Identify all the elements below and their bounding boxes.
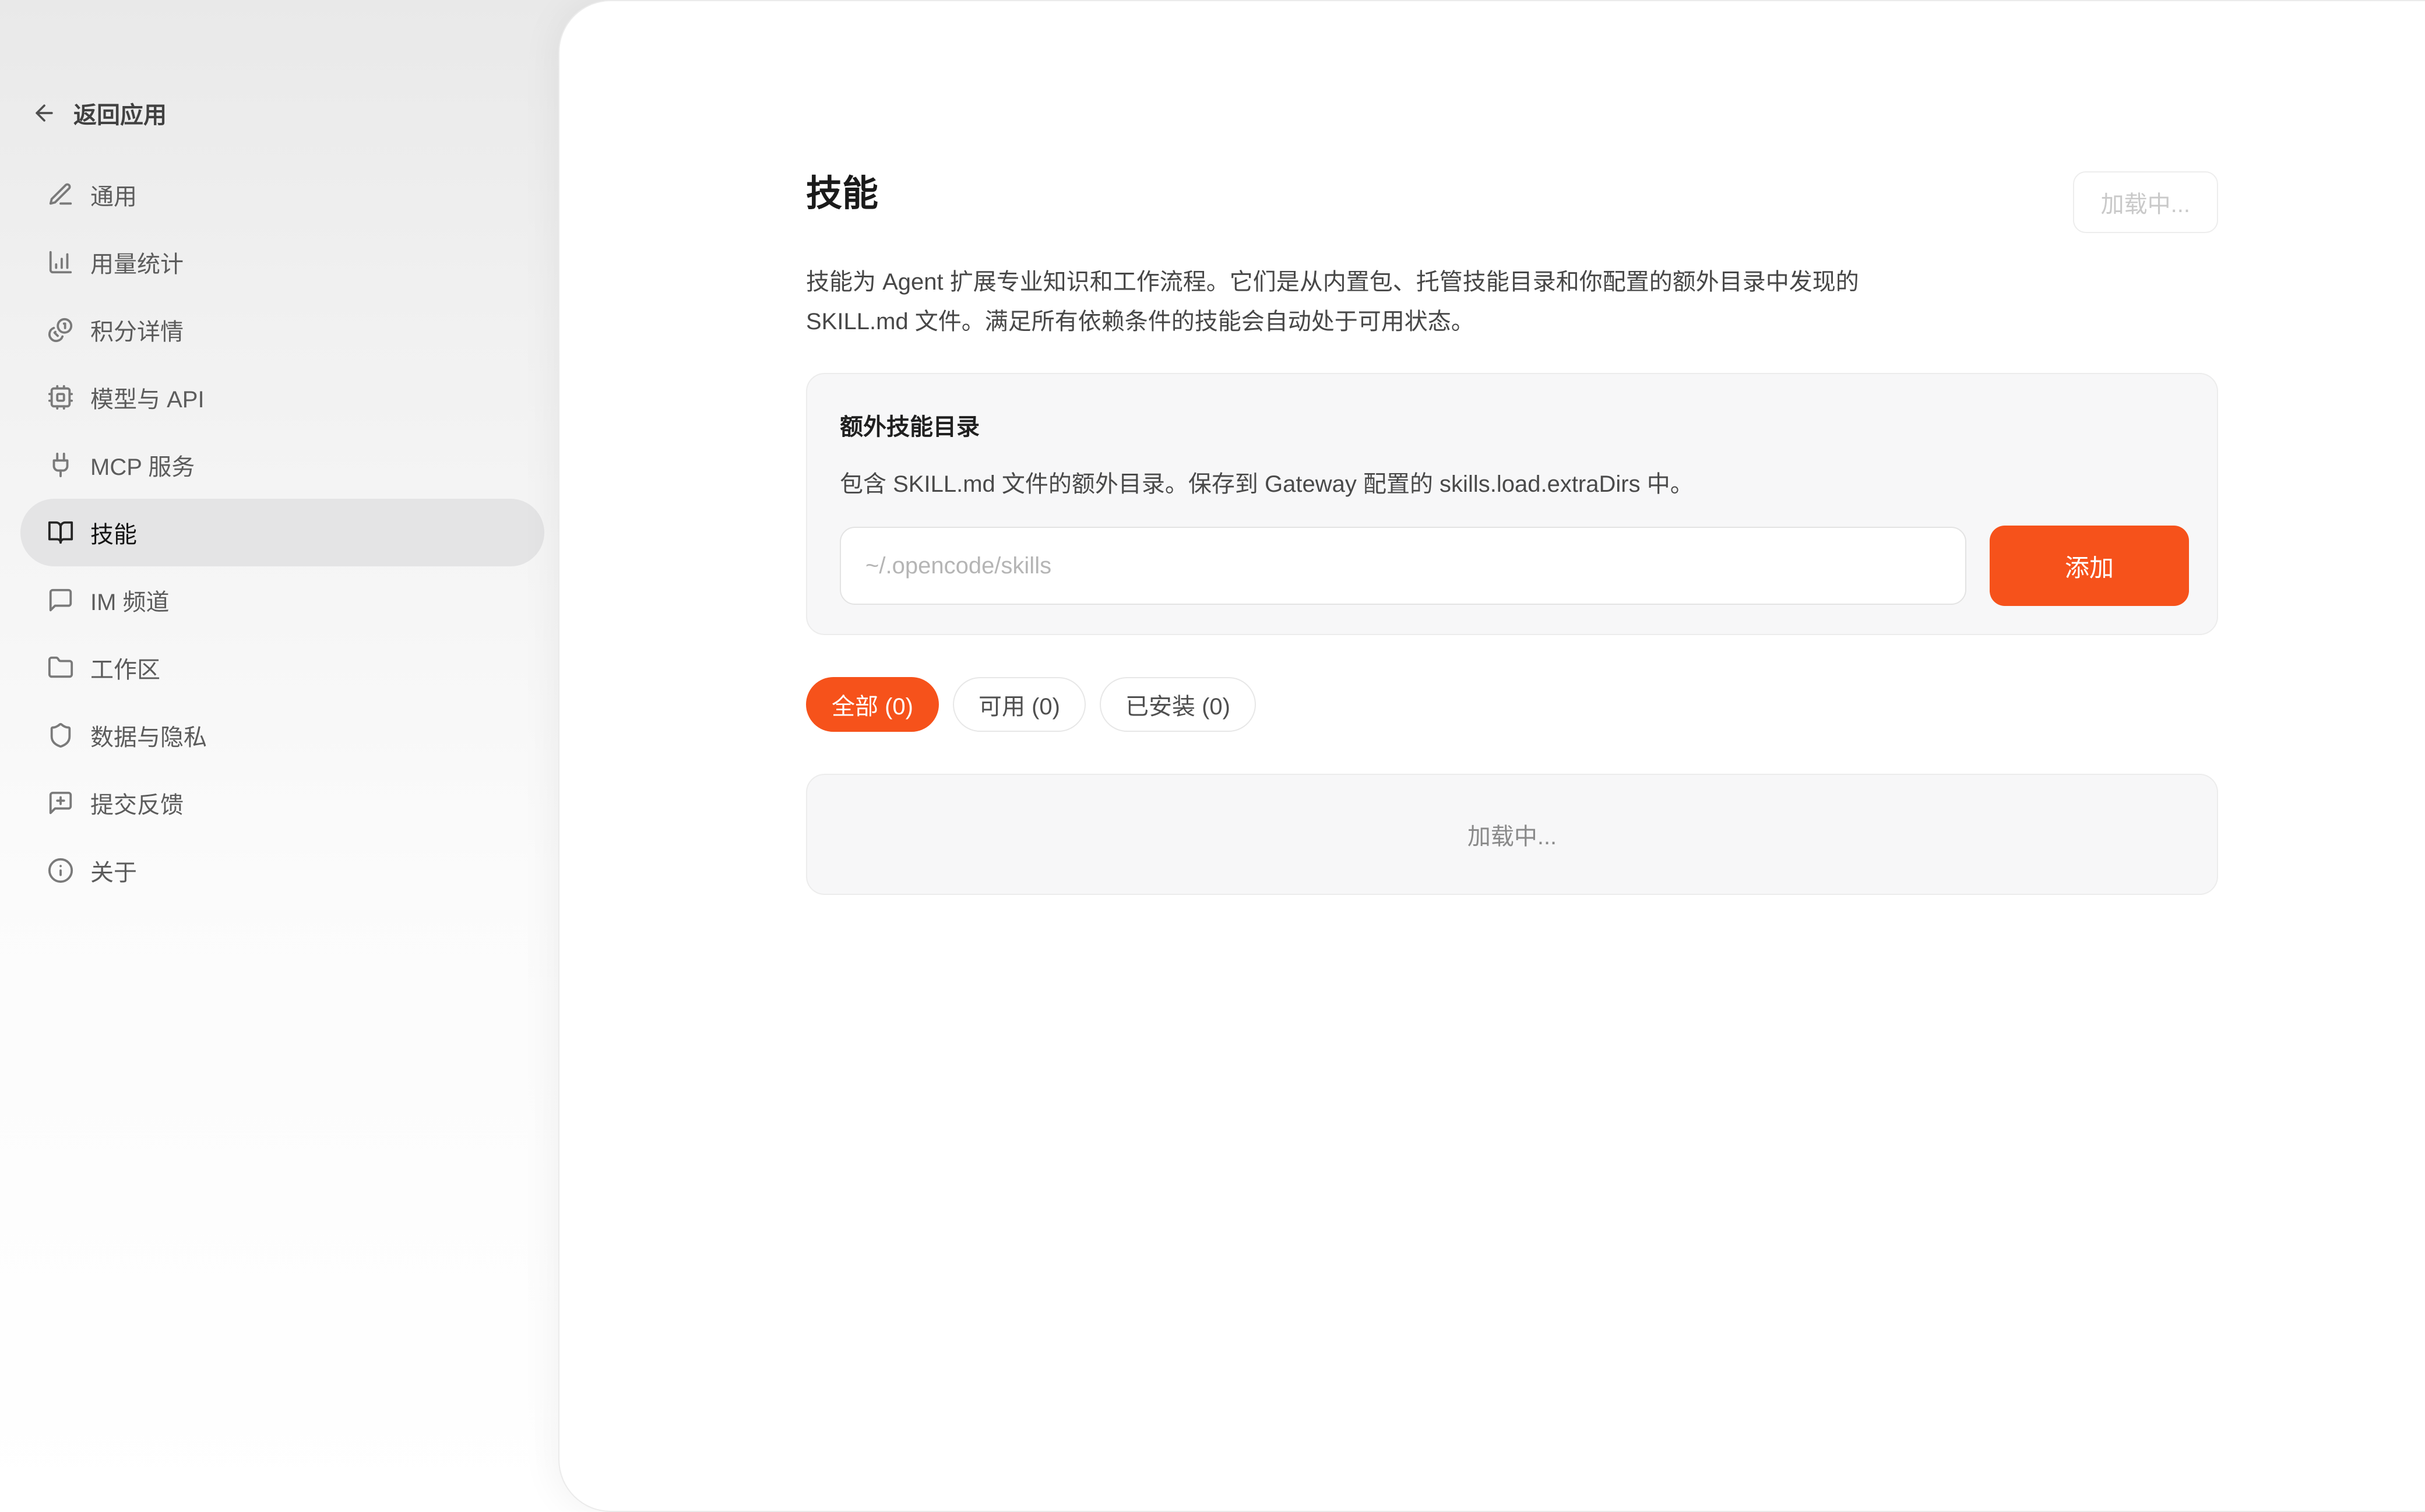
skill-filter-pills: 全部 (0) 可用 (0) 已安装 (0) xyxy=(806,677,2218,732)
page-description: 技能为 Agent 扩展专业知识和工作流程。它们是从内置包、托管技能目录和你配置… xyxy=(806,262,1925,341)
folder-icon xyxy=(47,654,74,681)
back-to-app-button[interactable]: 返回应用 xyxy=(31,92,167,134)
back-label: 返回应用 xyxy=(73,96,167,130)
sidebar-item-label: IM 频道 xyxy=(90,583,170,617)
sidebar-item-label: 用量统计 xyxy=(90,245,184,279)
page-title: 技能 xyxy=(806,171,878,217)
sidebar-item-label: 模型与 API xyxy=(90,380,205,414)
page-header: 技能 加载中... xyxy=(806,171,2218,233)
sidebar-item-label: 技能 xyxy=(90,516,137,549)
sidebar-item-workspace[interactable]: 工作区 xyxy=(20,634,544,702)
pencil-icon xyxy=(47,181,74,208)
sidebar-item-label: 工作区 xyxy=(90,651,160,685)
chat-bubble-icon xyxy=(47,587,74,614)
sidebar-item-data-privacy[interactable]: 数据与隐私 xyxy=(20,702,544,769)
sidebar-item-im-channels[interactable]: IM 频道 xyxy=(20,566,544,634)
filter-available-button[interactable]: 可用 (0) xyxy=(953,677,1086,732)
sidebar-item-label: 提交反馈 xyxy=(90,786,184,820)
info-icon xyxy=(47,857,74,884)
arrow-left-icon xyxy=(31,100,57,126)
sidebar-item-credits[interactable]: 积分详情 xyxy=(20,296,544,364)
add-button[interactable]: 添加 xyxy=(1990,526,2189,606)
settings-window: 返回应用 通用 用量统计 积分详情 xyxy=(0,0,2425,1512)
extra-dir-input[interactable] xyxy=(840,527,1966,605)
cpu-icon xyxy=(47,384,74,411)
filter-all-button[interactable]: 全部 (0) xyxy=(806,677,939,732)
extra-skill-dirs-card: 额外技能目录 包含 SKILL.md 文件的额外目录。保存到 Gateway 配… xyxy=(806,373,2218,635)
plug-icon xyxy=(47,452,74,478)
card-title: 额外技能目录 xyxy=(840,408,2189,442)
filter-installed-button[interactable]: 已安装 (0) xyxy=(1100,677,1256,732)
refresh-loading-button[interactable]: 加载中... xyxy=(2073,171,2218,233)
extra-dir-input-row: 添加 xyxy=(840,526,2189,606)
sidebar-item-feedback[interactable]: 提交反馈 xyxy=(20,769,544,837)
sidebar-nav: 通用 用量统计 积分详情 模型与 API xyxy=(0,161,558,904)
sidebar: 返回应用 通用 用量统计 积分详情 xyxy=(0,0,558,1512)
shield-icon xyxy=(47,722,74,749)
sidebar-item-label: 积分详情 xyxy=(90,313,184,347)
sidebar-item-usage-stats[interactable]: 用量统计 xyxy=(20,228,544,296)
sidebar-item-skills[interactable]: 技能 xyxy=(20,499,544,566)
loading-text: 加载中... xyxy=(1467,817,1557,851)
message-plus-icon xyxy=(47,790,74,816)
sidebar-item-about[interactable]: 关于 xyxy=(20,837,544,904)
coins-icon xyxy=(47,316,74,343)
card-description: 包含 SKILL.md 文件的额外目录。保存到 Gateway 配置的 skil… xyxy=(840,465,2189,499)
sidebar-item-general[interactable]: 通用 xyxy=(20,161,544,228)
sidebar-item-label: 关于 xyxy=(90,854,137,887)
sidebar-item-mcp-services[interactable]: MCP 服务 xyxy=(20,431,544,499)
bar-chart-icon xyxy=(47,249,74,276)
book-open-icon xyxy=(47,519,74,546)
content-panel: 技能 加载中... 技能为 Agent 扩展专业知识和工作流程。它们是从内置包、… xyxy=(558,0,2425,1512)
sidebar-item-label: 数据与隐私 xyxy=(90,718,207,752)
sidebar-item-label: 通用 xyxy=(90,178,137,212)
sidebar-item-models-api[interactable]: 模型与 API xyxy=(20,364,544,431)
sidebar-item-label: MCP 服务 xyxy=(90,448,195,482)
skills-list-loading-panel: 加载中... xyxy=(806,774,2218,895)
